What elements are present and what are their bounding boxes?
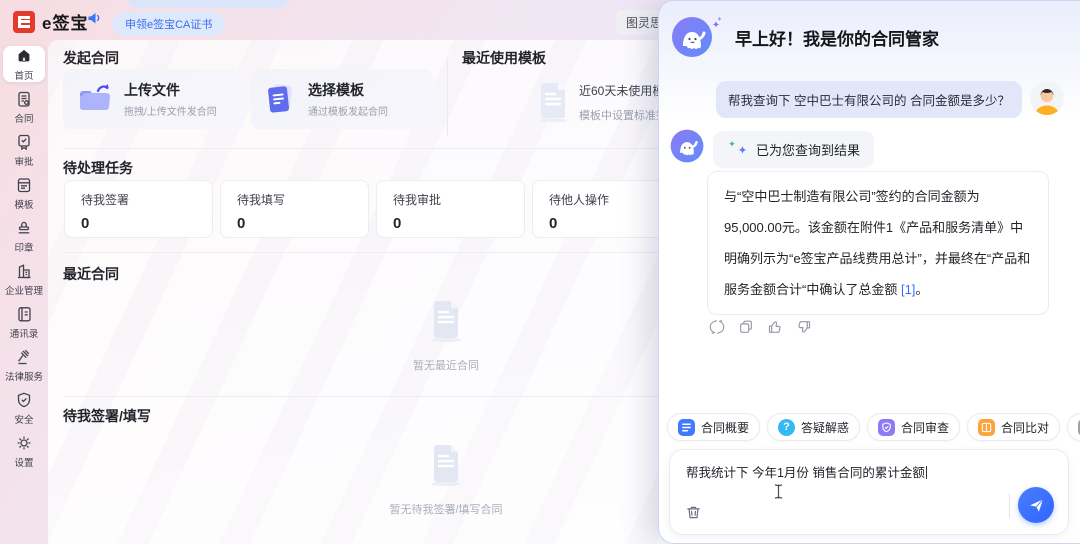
approval-icon xyxy=(15,133,33,151)
chat-header: 早上好！我是你的合同管家 xyxy=(671,15,939,59)
sparkle-icons xyxy=(727,142,749,158)
template-card-subtitle: 通过模板发起合同 xyxy=(308,103,388,118)
contract-icon xyxy=(15,90,33,108)
sidebar-item-contacts[interactable]: 通讯录 xyxy=(3,304,45,340)
recent-template-item[interactable]: 近60天未使用模板 模板中设置标准签署 xyxy=(536,82,678,123)
sidebar-item-contracts[interactable]: 合同 xyxy=(3,89,45,125)
clear-input-icon[interactable] xyxy=(685,504,702,521)
status-text: 已为您查询到结果 xyxy=(756,140,860,159)
vertical-divider xyxy=(447,58,448,136)
sidebar-item-enterprise[interactable]: 企业管理 xyxy=(3,261,45,297)
empty-doc-icon xyxy=(429,300,463,342)
initiate-section-title: 发起合同 xyxy=(63,48,119,68)
query-status-pill: 已为您查询到结果 xyxy=(713,131,874,168)
skill-chips-row: 合同概要 ? 答疑解惑 合同审查 合同比对 更多技能 xyxy=(667,413,1080,441)
chat-greeting: 早上好！我是你的合同管家 xyxy=(735,25,939,50)
regenerate-icon[interactable] xyxy=(709,319,725,335)
empty-doc-icon xyxy=(429,444,463,486)
citation-link[interactable]: [1] xyxy=(901,282,915,297)
copy-icon[interactable] xyxy=(738,319,754,335)
send-button[interactable] xyxy=(1018,487,1054,523)
user-message-bubble: 帮我查询下 空中巴士有限公司的 合同金额是多少？ xyxy=(716,81,1022,118)
upload-card-title: 上传文件 xyxy=(124,80,217,100)
answer-actions xyxy=(709,319,812,335)
assistant-avatar-small xyxy=(668,127,706,165)
skill-qa[interactable]: ? 答疑解惑 xyxy=(767,413,860,441)
template-doc-icon xyxy=(264,82,296,116)
seal-icon xyxy=(15,219,33,237)
sidebar-item-templates[interactable]: 模板 xyxy=(3,175,45,211)
assistant-mascot-avatar xyxy=(671,15,723,59)
chat-input-value[interactable]: 帮我统计下 今年1月份 销售合同的累计金额 xyxy=(686,462,927,481)
template-card-title: 选择模板 xyxy=(308,80,388,100)
pending-card-to-fill[interactable]: 待我填写 0 xyxy=(220,180,369,238)
app-logo[interactable]: e签宝 xyxy=(13,9,88,34)
toast-ca-certificate[interactable]: 申领e签宝CA证书 xyxy=(112,12,225,36)
pending-card-to-approve[interactable]: 待我审批 0 xyxy=(376,180,525,238)
sidebar-item-legal[interactable]: 法律服务 xyxy=(3,347,45,383)
folder-upload-icon xyxy=(76,82,112,116)
empty-text: 暂无待我签署/填写合同 xyxy=(384,501,508,517)
thumbs-down-icon[interactable] xyxy=(796,319,812,335)
pending-card-to-sign[interactable]: 待我签署 0 xyxy=(64,180,213,238)
ibeam-cursor xyxy=(774,484,783,499)
my-tasks-empty-state: 暂无待我签署/填写合同 xyxy=(384,444,508,517)
send-divider xyxy=(1009,494,1010,518)
chat-assistant-panel: 早上好！我是你的合同管家 帮我查询下 空中巴士有限公司的 合同金额是多少？ xyxy=(658,0,1080,544)
toast-stack: 申领e签宝CA证书 xyxy=(112,0,225,36)
building-icon xyxy=(15,262,33,280)
megaphone-icon xyxy=(86,9,104,27)
gavel-icon xyxy=(15,348,33,366)
logo-text: e签宝 xyxy=(42,9,88,34)
chat-input-box[interactable]: 帮我统计下 今年1月份 销售合同的累计金额 xyxy=(669,449,1069,535)
contract-review-icon xyxy=(878,419,895,436)
announcement-area: 申领e签宝CA证书 xyxy=(86,0,225,36)
recent-contracts-title: 最近合同 xyxy=(63,264,119,284)
empty-text: 暂无最近合同 xyxy=(394,357,498,373)
logo-icon xyxy=(13,11,35,33)
home-icon xyxy=(15,47,33,65)
answer-suffix: 。 xyxy=(915,282,928,297)
doc-placeholder-icon xyxy=(536,82,570,122)
contract-compare-icon xyxy=(978,419,995,436)
answer-text: 与“空中巴士制造有限公司”签约的合同金额为95,000.00元。该金额在附件1《… xyxy=(724,189,1030,297)
upload-card-subtitle: 拖拽/上传文件发合同 xyxy=(124,103,217,118)
pending-tasks-row: 待我签署 0 待我填写 0 待我审批 0 待他人操作 0 xyxy=(64,180,681,238)
toast-clipped xyxy=(128,0,288,8)
recent-contracts-empty-state: 暂无最近合同 xyxy=(394,300,498,373)
text-caret xyxy=(926,466,927,479)
skill-contract-summary[interactable]: 合同概要 xyxy=(667,413,760,441)
skill-contract-compare[interactable]: 合同比对 xyxy=(967,413,1060,441)
assistant-answer-card: 与“空中巴士制造有限公司”签约的合同金额为95,000.00元。该金额在附件1《… xyxy=(707,171,1049,315)
sidebar-item-security[interactable]: 安全 xyxy=(3,390,45,426)
skill-contract-review[interactable]: 合同审查 xyxy=(867,413,960,441)
choose-template-card[interactable]: 选择模板 通过模板发起合同 xyxy=(251,69,433,129)
thumbs-up-icon[interactable] xyxy=(767,319,783,335)
shield-icon xyxy=(15,391,33,409)
recent-templates-title: 最近使用模板 xyxy=(462,48,546,68)
esign-app: e签宝 申领e签宝CA证书 图灵思 首页 合同 xyxy=(0,0,1080,544)
sidebar-item-approvals[interactable]: 审批 xyxy=(3,132,45,168)
sidebar-item-home[interactable]: 首页 xyxy=(3,46,45,82)
address-book-icon xyxy=(15,305,33,323)
user-message-row: 帮我查询下 空中巴士有限公司的 合同金额是多少？ xyxy=(716,81,1064,118)
sidebar-item-settings[interactable]: 设置 xyxy=(3,433,45,469)
my-tasks-title: 待我签署/填写 xyxy=(63,406,151,426)
upload-file-card[interactable]: 上传文件 拖拽/上传文件发合同 xyxy=(63,69,245,129)
contract-summary-icon xyxy=(678,419,695,436)
qa-icon: ? xyxy=(778,419,795,436)
sidebar-item-seals[interactable]: 印章 xyxy=(3,218,45,254)
skill-more[interactable]: 更多技能 xyxy=(1067,413,1080,441)
send-plane-icon xyxy=(1028,497,1045,514)
pending-tasks-title: 待处理任务 xyxy=(63,158,133,178)
sidebar: 首页 合同 审批 模板 印章 xyxy=(0,40,48,544)
template-icon xyxy=(15,176,33,194)
user-avatar xyxy=(1030,81,1064,115)
gear-icon xyxy=(15,434,33,452)
